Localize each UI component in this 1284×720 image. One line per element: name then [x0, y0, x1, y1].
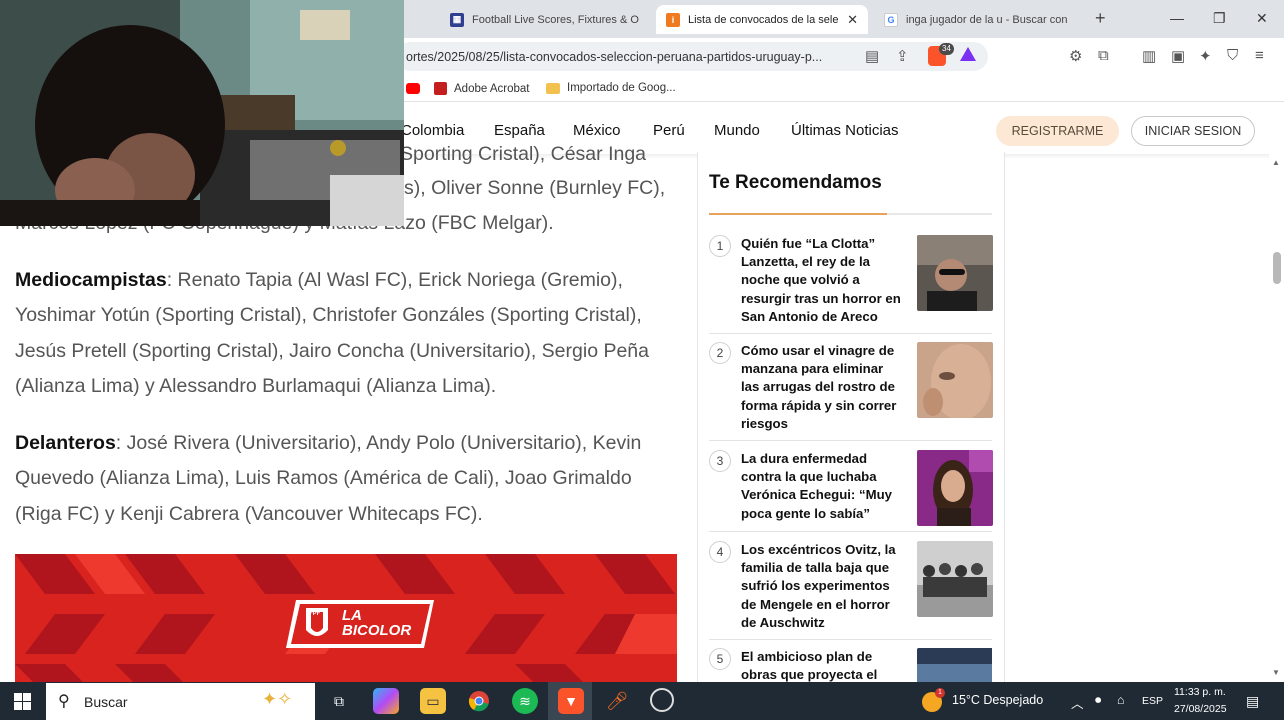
reco-item-3[interactable]: 3 La dura enfermedad contra la que lucha…: [709, 450, 993, 532]
language-indicator[interactable]: ESP: [1142, 695, 1163, 707]
spotify-icon[interactable]: ≋: [512, 688, 538, 714]
copilot-icon[interactable]: [373, 688, 399, 714]
obs-icon[interactable]: [650, 688, 674, 712]
scroll-up-icon[interactable]: ▲: [1272, 158, 1280, 167]
reco-thumbnail[interactable]: [917, 342, 993, 418]
vpn-icon[interactable]: ⛉: [1227, 47, 1238, 64]
close-tab-icon[interactable]: ✕: [841, 12, 858, 28]
taskbar-search-placeholder: Buscar: [84, 693, 128, 710]
folder-icon: [546, 82, 560, 94]
fpf-crest-text: FPF: [309, 611, 321, 617]
minimize-icon[interactable]: —: [1170, 10, 1184, 26]
bookmark-label: Importado de Goog...: [567, 82, 676, 94]
sidebar-icon[interactable]: ▥: [1142, 47, 1156, 65]
search-highlight-icon: ✦✧: [262, 689, 293, 709]
login-button[interactable]: INICIAR SESION: [1131, 116, 1255, 146]
youtube-icon[interactable]: [406, 83, 420, 94]
chrome-icon[interactable]: [466, 688, 492, 714]
tab-convocados[interactable]: i Lista de convocados de la sele ✕: [656, 5, 868, 34]
clock-date[interactable]: 27/08/2025: [1174, 703, 1227, 715]
reco-number: 4: [709, 541, 731, 563]
la-bicolor-logo: FPF LA BICOLOR: [284, 598, 436, 650]
bookmark-label: Adobe Acrobat: [454, 82, 530, 95]
network-icon[interactable]: ⌂: [1117, 693, 1125, 707]
reco-headline[interactable]: Quién fue “La Clotta” Lanzetta, el rey d…: [741, 235, 903, 326]
weather-text[interactable]: 15°C Despejado: [952, 693, 1043, 707]
brave-rewards-icon[interactable]: [960, 47, 976, 61]
scrollbar-thumb[interactable]: [1273, 252, 1281, 284]
register-button[interactable]: REGISTRARME: [996, 116, 1119, 146]
microphone-icon[interactable]: ⏺: [1095, 693, 1101, 708]
la-bicolor-text: LA BICOLOR: [342, 607, 412, 639]
file-explorer-icon[interactable]: ▭: [420, 688, 446, 714]
close-window-icon[interactable]: ✕: [1256, 10, 1268, 27]
share-icon[interactable]: ⇪: [896, 47, 909, 65]
clock-time[interactable]: 11:33 p. m.: [1174, 686, 1226, 698]
acrobat-icon: [434, 82, 447, 95]
scroll-down-icon[interactable]: ▼: [1272, 668, 1280, 677]
reco-item-1[interactable]: 1 Quién fue “La Clotta” Lanzetta, el rey…: [709, 235, 993, 334]
bookmark-acrobat[interactable]: Adobe Acrobat: [434, 82, 529, 95]
tab-manager-icon[interactable]: ⧉: [1098, 47, 1109, 64]
tab-football[interactable]: ▦ Football Live Scores, Fixtures & O: [440, 5, 650, 34]
bookmark-imported[interactable]: Importado de Goog...: [546, 82, 676, 94]
reco-number: 2: [709, 342, 731, 364]
midfielders-paragraph: Mediocampistas: Renato Tapia (Al Wasl FC…: [15, 263, 675, 404]
voice-recorder-icon[interactable]: 🎤︎: [604, 688, 630, 714]
football-favicon-icon: ▦: [450, 12, 464, 27]
leo-ai-icon[interactable]: ✦: [1199, 47, 1212, 65]
reco-headline[interactable]: La dura enfermedad contra la que luchaba…: [741, 450, 903, 523]
reco-number: 1: [709, 235, 731, 257]
recommendations-divider-accent: [709, 213, 887, 215]
tab-label: Lista de convocados de la sele: [688, 13, 838, 26]
menu-icon[interactable]: ≡: [1255, 47, 1264, 64]
tab-label: inga jugador de la u - Buscar con: [906, 13, 1068, 26]
page-scrollbar[interactable]: [1269, 154, 1284, 682]
brave-icon[interactable]: ▼: [558, 688, 584, 714]
url-text: ortes/2025/08/25/lista-convocados-selecc…: [406, 49, 823, 64]
extensions-icon[interactable]: ⚙: [1069, 47, 1082, 65]
reco-headline[interactable]: Cómo usar el vinagre de manzana para eli…: [741, 342, 903, 433]
webcam-overlay: [0, 0, 404, 226]
restore-icon[interactable]: ❐: [1213, 10, 1226, 27]
reco-number: 3: [709, 450, 731, 472]
reco-thumbnail[interactable]: [917, 450, 993, 526]
weather-badge: 1: [935, 688, 945, 698]
nav-mundo[interactable]: Mundo: [714, 122, 760, 139]
article-line: s), Oliver Sonne (Burnley FC),: [404, 177, 666, 199]
reco-headline[interactable]: Los excéntricos Ovitz, la familia de tal…: [741, 541, 903, 632]
forwards-label: Delanteros: [15, 432, 116, 454]
tray-chevron-icon[interactable]: ︿: [1071, 693, 1084, 712]
tab-label: Football Live Scores, Fixtures & O: [472, 13, 639, 26]
taskbar-search[interactable]: ⚲ Buscar ✦✧: [46, 683, 315, 720]
reco-item-4[interactable]: 4 Los excéntricos Ovitz, la familia de t…: [709, 541, 993, 640]
forwards-paragraph: Delanteros: José Rivera (Universitario),…: [15, 426, 675, 532]
infobae-favicon-icon: i: [666, 12, 680, 27]
reco-item-2[interactable]: 2 Cómo usar el vinagre de manzana para e…: [709, 342, 993, 441]
tab-google[interactable]: G inga jugador de la u - Buscar con: [874, 5, 1084, 34]
recommendations-title: Te Recomendamos: [709, 172, 882, 193]
notifications-icon[interactable]: ▤: [1246, 693, 1259, 710]
windows-start-icon[interactable]: [14, 693, 31, 710]
reco-headline[interactable]: El ambicioso plan de obras que proyecta …: [741, 648, 903, 684]
reco-thumbnail[interactable]: [917, 235, 993, 311]
nav-ultimas-noticias[interactable]: Últimas Noticias: [791, 122, 899, 139]
search-icon: ⚲: [58, 693, 70, 710]
reco-thumbnail[interactable]: [917, 541, 993, 617]
webcam-feed: [0, 0, 404, 226]
wallet-icon[interactable]: ▣: [1171, 47, 1185, 65]
midfielders-label: Mediocampistas: [15, 269, 167, 291]
task-view-icon[interactable]: ⧉: [326, 688, 352, 714]
brave-shield-badge: 34: [939, 43, 954, 55]
google-favicon-icon: G: [884, 12, 898, 27]
reco-number: 5: [709, 648, 731, 670]
new-tab-icon[interactable]: +: [1095, 8, 1106, 29]
reader-mode-icon[interactable]: ▤: [865, 47, 879, 65]
article-line: Sporting Cristal), César Inga: [400, 143, 647, 165]
